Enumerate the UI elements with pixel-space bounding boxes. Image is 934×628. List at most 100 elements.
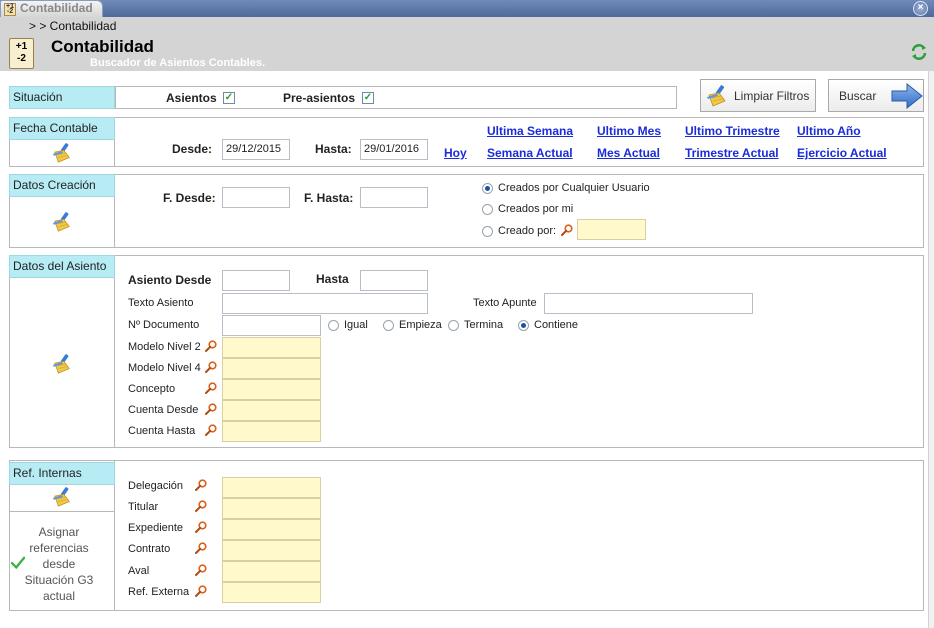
clear-filters-label: Limpiar Filtros — [734, 89, 810, 103]
page-subtitle: Buscador de Asientos Contables. — [90, 57, 266, 69]
broom-icon — [51, 487, 73, 507]
datos-asiento-left — [9, 255, 115, 448]
contrato-input[interactable] — [222, 540, 321, 561]
concepto-label: Concepto — [128, 383, 176, 395]
search-icon[interactable] — [195, 542, 207, 554]
concepto-input[interactable] — [222, 379, 321, 400]
search-button[interactable]: Buscar — [828, 79, 924, 112]
asientos-checkbox[interactable]: ✓ — [223, 92, 235, 104]
radio-contiene[interactable] — [518, 320, 529, 331]
radio-igual-label: Igual — [344, 319, 368, 331]
radio-creados-por-mi[interactable] — [482, 204, 493, 215]
fecha-contable-label: Fecha Contable — [9, 117, 115, 140]
radio-contiene-label: Contiene — [534, 319, 579, 331]
ejercicio-actual-link[interactable]: Ejercicio Actual — [797, 146, 887, 160]
fecha-hasta-input[interactable]: 29/01/2016 — [360, 139, 428, 160]
radio-creado-por-label: Creado por: — [498, 225, 557, 237]
titular-input[interactable] — [222, 498, 321, 519]
semana-actual-link[interactable]: Semana Actual — [487, 146, 573, 160]
broom-icon — [705, 85, 729, 107]
expediente-input[interactable] — [222, 519, 321, 540]
preasientos-label: Pre-asientos — [283, 91, 356, 105]
asientos-label: Asientos — [166, 91, 217, 105]
search-icon[interactable] — [205, 403, 217, 415]
broom-icon[interactable] — [51, 354, 73, 374]
radio-creados-por-mi-label: Creados por mi — [498, 203, 574, 215]
broom-icon[interactable] — [51, 212, 73, 232]
search-icon[interactable] — [561, 224, 573, 236]
contrato-label: Contrato — [128, 543, 171, 555]
aval-input[interactable] — [222, 561, 321, 582]
radio-cualquier-usuario[interactable] — [482, 183, 493, 194]
preasientos-checkbox[interactable]: ✓ — [362, 92, 374, 104]
ref-externa-input[interactable] — [222, 582, 321, 603]
situacion-label: Situación — [9, 86, 115, 109]
arrow-right-icon — [891, 83, 923, 109]
search-icon[interactable] — [205, 382, 217, 394]
f-hasta-label: F. Hasta: — [304, 191, 354, 205]
accounting-icon: +1 -2 — [9, 38, 34, 69]
assign-references-button[interactable]: Asignar referencias desde Situación G3 a… — [10, 520, 114, 608]
expediente-label: Expediente — [128, 522, 184, 534]
f-desde-input[interactable] — [222, 187, 290, 208]
cuenta-desde-input[interactable] — [222, 400, 321, 421]
ultimo-mes-link[interactable]: Ultimo Mes — [597, 124, 661, 138]
radio-cualquier-usuario-label: Creados por Cualquier Usuario — [498, 182, 650, 194]
modelo-nivel-2-input[interactable] — [222, 337, 321, 358]
cuenta-hasta-input[interactable] — [222, 421, 321, 442]
clear-filters-button[interactable]: Limpiar Filtros — [700, 79, 816, 112]
texto-apunte-label: Texto Apunte — [473, 297, 537, 309]
broom-icon[interactable] — [51, 143, 73, 163]
f-hasta-input[interactable] — [360, 187, 428, 208]
search-icon[interactable] — [195, 564, 207, 576]
checkmark-icon — [11, 556, 25, 570]
radio-empieza[interactable] — [383, 320, 394, 331]
asiento-hasta-input[interactable] — [360, 270, 428, 291]
search-icon[interactable] — [195, 500, 207, 512]
asiento-desde-label: Asiento Desde — [128, 273, 212, 287]
mes-actual-link[interactable]: Mes Actual — [597, 146, 660, 160]
assign-references-text: Asignar referencias desde Situación G3 a… — [24, 525, 94, 603]
modelo-nivel-4-label: Modelo Nivel 4 — [128, 362, 201, 374]
asiento-hasta-label: Hasta — [316, 272, 349, 286]
fecha-desde-input[interactable]: 29/12/2015 — [222, 139, 290, 160]
search-icon[interactable] — [195, 585, 207, 597]
creado-por-input[interactable] — [577, 219, 646, 240]
n-documento-input[interactable] — [222, 315, 321, 336]
trimestre-actual-link[interactable]: Trimestre Actual — [685, 146, 779, 160]
search-icon[interactable] — [195, 479, 207, 491]
refresh-icon[interactable] — [909, 42, 929, 62]
ultimo-trimestre-link[interactable]: Ultimo Trimestre — [685, 124, 780, 138]
hoy-link[interactable]: Hoy — [444, 146, 467, 160]
ref-internas-clear[interactable] — [9, 485, 115, 512]
tab-contabilidad[interactable]: +1 -2 Contabilidad — [0, 0, 103, 17]
desde-label: Desde: — [172, 142, 213, 156]
close-icon[interactable]: × — [913, 1, 928, 16]
ultima-semana-link[interactable]: Ultima Semana — [487, 124, 573, 138]
radio-termina[interactable] — [448, 320, 459, 331]
window-tabbar — [0, 0, 934, 17]
radio-igual[interactable] — [328, 320, 339, 331]
search-icon[interactable] — [205, 361, 217, 373]
radio-empieza-label: Empieza — [399, 319, 442, 331]
texto-asiento-input[interactable] — [222, 293, 428, 314]
scrollbar[interactable] — [928, 71, 934, 628]
delegacion-label: Delegación — [128, 480, 184, 492]
hasta-label: Hasta: — [315, 142, 352, 156]
search-icon[interactable] — [195, 521, 207, 533]
datos-asiento-label: Datos del Asiento — [9, 255, 115, 278]
f-desde-label: F. Desde: — [163, 191, 216, 205]
modelo-nivel-4-input[interactable] — [222, 358, 321, 379]
asiento-desde-input[interactable] — [222, 270, 290, 291]
datos-creacion-label: Datos Creación — [9, 174, 115, 197]
delegacion-input[interactable] — [222, 477, 321, 498]
ref-internas-label: Ref. Internas — [9, 462, 115, 485]
ultimo-ano-link[interactable]: Ultimo Año — [797, 124, 861, 138]
n-documento-label: Nº Documento — [128, 319, 200, 331]
page-title: Contabilidad — [51, 37, 154, 56]
texto-apunte-input[interactable] — [544, 293, 753, 314]
radio-creado-por[interactable] — [482, 226, 493, 237]
tab-label: Contabilidad — [20, 1, 93, 15]
search-icon[interactable] — [205, 424, 217, 436]
search-icon[interactable] — [205, 340, 217, 352]
